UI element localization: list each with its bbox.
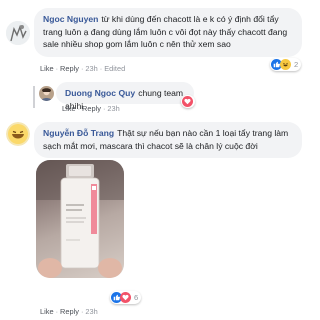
comment-bubble: Duong Ngoc Quy chung team ahihi — [56, 82, 194, 111]
reply-link[interactable]: Reply — [82, 104, 101, 113]
reaction-summary[interactable] — [181, 95, 195, 108]
comment-photo[interactable] — [36, 160, 124, 278]
comment-actions: Like · Reply · 23h · Edited — [40, 64, 126, 73]
cleansing-bottle-image — [36, 160, 124, 278]
like-link[interactable]: Like — [62, 104, 76, 113]
edited-label[interactable]: Edited — [104, 64, 125, 73]
reply-link[interactable]: Reply — [60, 64, 79, 73]
reaction-summary[interactable]: 6 — [110, 291, 142, 304]
love-icon — [182, 96, 193, 107]
comment-author[interactable]: Nguyễn Đỗ Trang — [43, 128, 114, 138]
avatar[interactable] — [6, 21, 30, 45]
comment-actions: Like · Reply · 23h — [62, 104, 120, 113]
timestamp[interactable]: 23h — [85, 64, 97, 73]
reaction-summary[interactable]: 2 — [270, 58, 302, 71]
reply-thread-line — [33, 86, 35, 108]
reaction-count: 2 — [294, 60, 299, 69]
like-link[interactable]: Like — [40, 64, 54, 73]
timestamp[interactable]: 23h — [107, 104, 119, 113]
comment-bubble: Nguyễn Đỗ Trang Thật sự nếu bạn nào cần 1… — [34, 122, 302, 158]
comment-author[interactable]: Ngoc Nguyen — [43, 14, 98, 24]
timestamp[interactable]: 23h — [85, 307, 97, 316]
avatar[interactable] — [39, 86, 54, 101]
reply-link[interactable]: Reply — [60, 307, 79, 316]
comment-bubble: Ngoc Nguyen từ khi dùng đến chacott là e … — [34, 8, 302, 57]
haha-icon — [280, 59, 291, 70]
like-link[interactable]: Like — [40, 307, 54, 316]
reaction-count: 6 — [134, 293, 139, 302]
love-icon — [120, 292, 131, 303]
comment-author[interactable]: Duong Ngoc Quy — [65, 88, 135, 98]
avatar[interactable] — [6, 122, 30, 146]
comment-actions: Like · Reply · 23h — [40, 307, 98, 316]
